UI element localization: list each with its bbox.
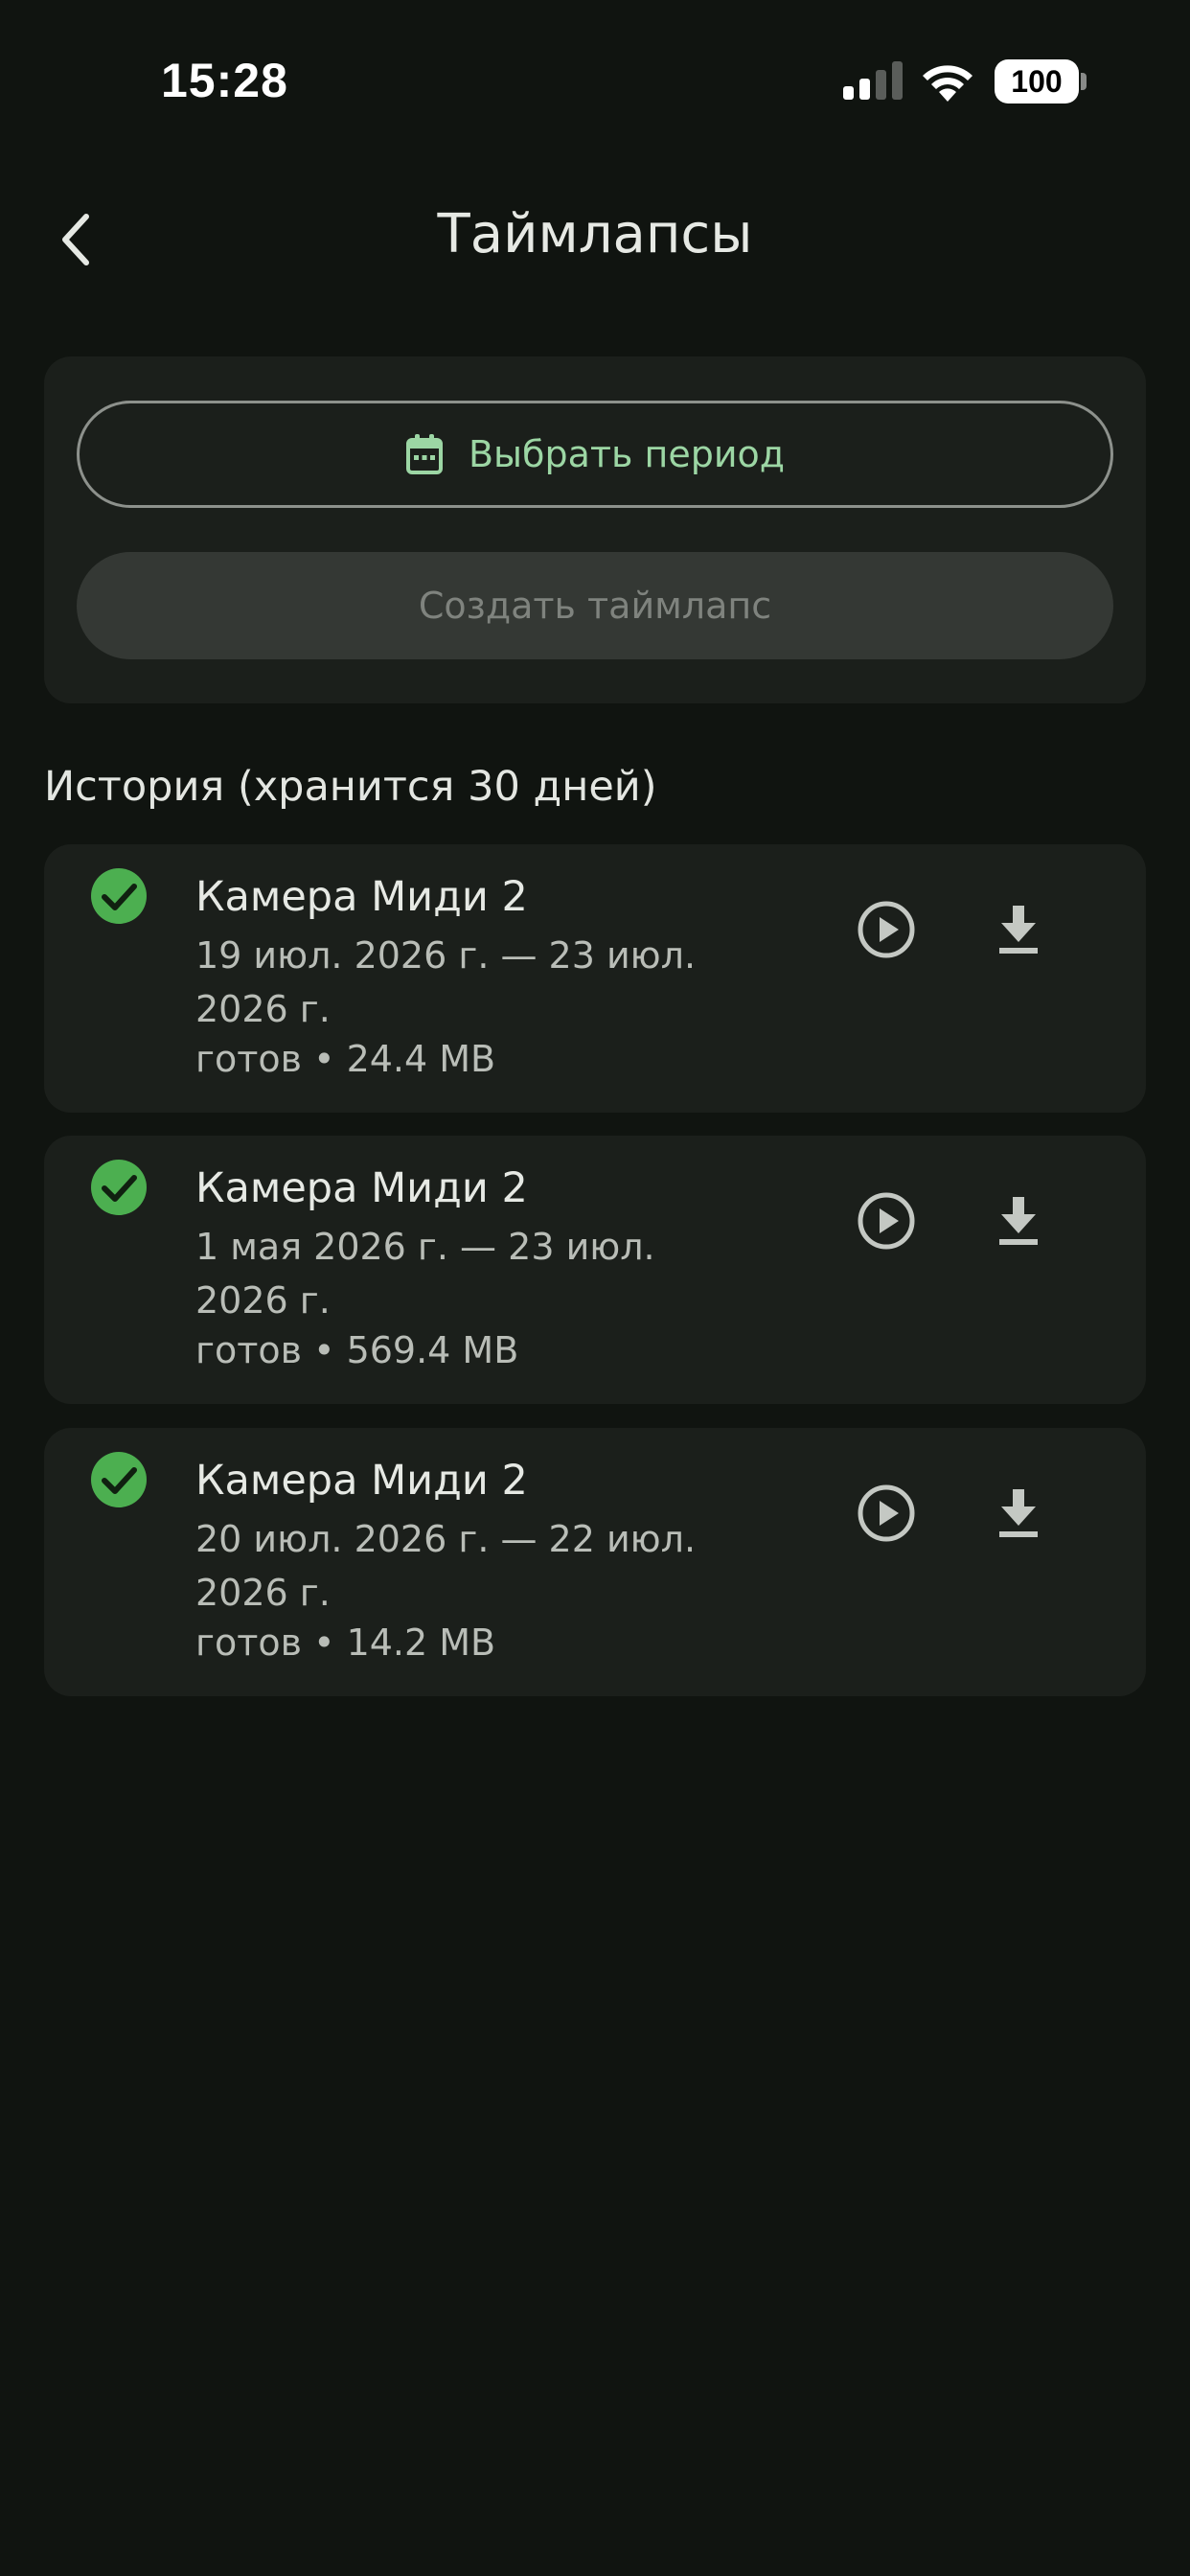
item-status: готов • 24.4 MB <box>195 1038 496 1080</box>
item-status: готов • 569.4 MB <box>195 1329 519 1371</box>
play-button[interactable] <box>853 896 920 963</box>
page-title: Таймлапсы <box>437 203 753 265</box>
wifi-icon <box>923 65 973 102</box>
battery-icon: 100 <box>995 59 1087 104</box>
item-period: 1 мая 2026 г. — 23 июл. 2026 г. <box>195 1226 655 1322</box>
signal-icon <box>843 61 903 100</box>
check-circle-icon <box>91 1452 147 1507</box>
item-title: Камера Миди 2 <box>195 1164 528 1212</box>
select-period-label: Выбрать период <box>468 433 786 475</box>
battery-tip <box>1081 73 1087 90</box>
create-timelapse-label: Создать таймлапс <box>418 585 772 627</box>
app-bar: Таймлапсы <box>0 182 1190 297</box>
item-title: Камера Миди 2 <box>195 873 528 921</box>
timelapse-actions-card: Выбрать период Создать таймлапс <box>44 356 1146 703</box>
play-button[interactable] <box>853 1480 920 1547</box>
history-item: Камера Миди 2 20 июл. 2026 г. — 22 июл. … <box>44 1428 1146 1696</box>
download-icon <box>999 906 1038 954</box>
history-heading: История (хранится 30 дней) <box>44 763 657 811</box>
download-icon <box>999 1489 1038 1537</box>
status-time: 15:28 <box>161 54 288 107</box>
item-status: готов • 14.2 MB <box>195 1622 496 1664</box>
play-circle-icon <box>858 1192 915 1250</box>
check-circle-icon <box>91 1160 147 1215</box>
battery-level: 100 <box>995 59 1079 104</box>
item-title: Камера Миди 2 <box>195 1457 528 1505</box>
status-bar: 15:28 100 <box>0 0 1190 163</box>
item-period: 20 июл. 2026 г. — 22 июл. 2026 г. <box>195 1518 697 1614</box>
download-icon <box>999 1197 1038 1245</box>
download-button[interactable] <box>985 1187 1052 1254</box>
download-button[interactable] <box>985 896 1052 963</box>
play-circle-icon <box>858 901 915 958</box>
play-button[interactable] <box>853 1187 920 1254</box>
check-circle-icon <box>91 868 147 924</box>
download-button[interactable] <box>985 1480 1052 1547</box>
history-item: Камера Миди 2 19 июл. 2026 г. — 23 июл. … <box>44 844 1146 1113</box>
play-circle-icon <box>858 1484 915 1542</box>
create-timelapse-button[interactable]: Создать таймлапс <box>77 552 1113 659</box>
history-item: Камера Миди 2 1 мая 2026 г. — 23 июл. 20… <box>44 1136 1146 1404</box>
calendar-icon <box>405 434 443 474</box>
select-period-button[interactable]: Выбрать период <box>77 401 1113 508</box>
item-period: 19 июл. 2026 г. — 23 июл. 2026 г. <box>195 934 697 1030</box>
